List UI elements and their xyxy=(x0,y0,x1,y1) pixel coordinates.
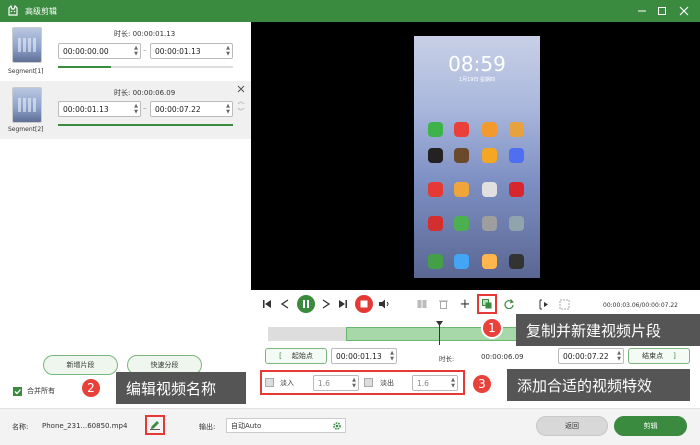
app-logo-icon xyxy=(6,4,20,18)
go-start-icon[interactable] xyxy=(261,298,273,310)
output-select[interactable]: 自动Auto xyxy=(226,418,346,433)
set-end-button[interactable]: 结束点] xyxy=(628,348,690,364)
callout-badge-3: 3 xyxy=(471,373,493,395)
playhead-handle[interactable] xyxy=(436,321,443,326)
time-readout: 00:00:03.06/00:00:07.22 xyxy=(603,302,678,309)
preview-date: 1月19日 星期四 xyxy=(458,77,496,83)
segment-thumbnail xyxy=(12,27,42,63)
fade-in-field[interactable]: 1.6 ▲ ▼ xyxy=(313,375,359,391)
output-label: 输出: xyxy=(199,423,216,431)
callout-copy-segment: 复制并新建视频片段 xyxy=(516,314,700,346)
back-button[interactable]: 返回 xyxy=(536,416,608,436)
callout-edit-name: 编辑视频名称 xyxy=(116,372,246,404)
stop-button[interactable] xyxy=(355,295,373,313)
go-end-icon[interactable] xyxy=(337,298,349,310)
maximize-button[interactable] xyxy=(651,0,673,22)
callout-add-effects: 添加合适的视频特效 xyxy=(507,369,690,401)
mark-out-icon[interactable] xyxy=(557,297,571,311)
segment-progress xyxy=(58,124,233,126)
close-window-button[interactable] xyxy=(673,0,695,22)
preview-clock: 08:59 xyxy=(448,52,506,76)
move-up-icon[interactable]: ︿ xyxy=(235,96,247,106)
duration-label: 时长: 00:00:01.13 xyxy=(114,30,176,38)
segment-item-1[interactable]: Segment[1] 时长: 00:00:01.13 00:00:00.00 ▲ ▼… xyxy=(0,22,251,80)
segment-item-2[interactable]: Segment[2] 时长: 00:00:06.09 00:00:01.13 ▲ ▼… xyxy=(0,81,251,139)
reset-icon[interactable] xyxy=(502,297,516,311)
start-time-field[interactable]: 00:00:01.13 ▲ ▼ xyxy=(331,348,397,364)
pause-button[interactable] xyxy=(297,295,315,313)
cut-button[interactable]: 剪辑 xyxy=(614,416,687,436)
highlight-box-edit-name xyxy=(145,415,165,435)
split-icon[interactable] xyxy=(415,298,429,310)
mark-in-icon[interactable] xyxy=(537,297,551,311)
fade-out-field[interactable]: 1.6 ▲ ▼ xyxy=(412,375,458,391)
callout-badge-1: 1 xyxy=(481,317,503,339)
fade-out-checkbox[interactable] xyxy=(364,378,373,387)
segment-label: Segment[1] xyxy=(8,68,44,75)
prev-frame-icon[interactable] xyxy=(279,298,291,310)
segment-end-field[interactable]: 00:00:07.22 ▲ ▼ xyxy=(150,101,233,117)
phone-screen-frame: 08:59 1月19日 星期四 xyxy=(414,36,540,278)
duration-label: 时长: 00:00:06.09 xyxy=(114,89,176,97)
next-frame-icon[interactable] xyxy=(320,298,332,310)
segment-thumbnail xyxy=(12,87,42,123)
footer-bar: 名称: Phone_231...60850.mp4 输出: 自动Auto 返回 … xyxy=(0,408,700,445)
segment-progress xyxy=(58,66,233,68)
merge-all-label: 合并所有 xyxy=(27,387,55,395)
settings-gear-icon[interactable] xyxy=(332,421,342,433)
video-preview: 08:59 1月19日 星期四 xyxy=(251,22,700,290)
segment-label: Segment[2] xyxy=(8,126,44,133)
timeline-track-unselected xyxy=(268,327,346,341)
end-time-field[interactable]: 00:00:07.22 ▲ ▼ xyxy=(558,348,624,364)
fade-in-label: 淡入 xyxy=(280,379,294,387)
minimize-button[interactable] xyxy=(631,0,653,22)
segment-start-field[interactable]: 00:00:01.13 ▲ ▼ xyxy=(58,101,141,117)
trim-duration-label: 时长: xyxy=(439,355,455,363)
file-name: Phone_231...60850.mp4 xyxy=(42,422,128,430)
merge-all-checkbox[interactable] xyxy=(13,387,22,396)
set-start-button[interactable]: [起始点 xyxy=(265,348,327,364)
highlight-box-copy xyxy=(477,294,497,314)
move-down-icon[interactable]: ﹀ xyxy=(235,107,247,117)
volume-icon[interactable] xyxy=(377,298,391,310)
segment-start-field[interactable]: 00:00:00.00 ▲ ▼ xyxy=(58,43,141,59)
trash-icon[interactable] xyxy=(436,298,450,310)
segment-end-field[interactable]: 00:00:01.13 ▲ ▼ xyxy=(150,43,233,59)
trim-duration-value: 00:00:06.09 xyxy=(481,353,524,361)
new-segment-button[interactable]: 新增片段 xyxy=(43,355,118,375)
delete-segment-icon[interactable] xyxy=(235,83,247,95)
add-icon[interactable]: + xyxy=(458,297,472,312)
name-label: 名称: xyxy=(12,423,29,431)
fade-out-label: 淡出 xyxy=(380,379,394,387)
title-bar: 高级剪辑 xyxy=(0,0,700,22)
playhead[interactable] xyxy=(439,323,440,345)
callout-badge-2: 2 xyxy=(80,377,102,399)
fade-in-checkbox[interactable] xyxy=(265,378,274,387)
window-title: 高级剪辑 xyxy=(25,6,57,16)
